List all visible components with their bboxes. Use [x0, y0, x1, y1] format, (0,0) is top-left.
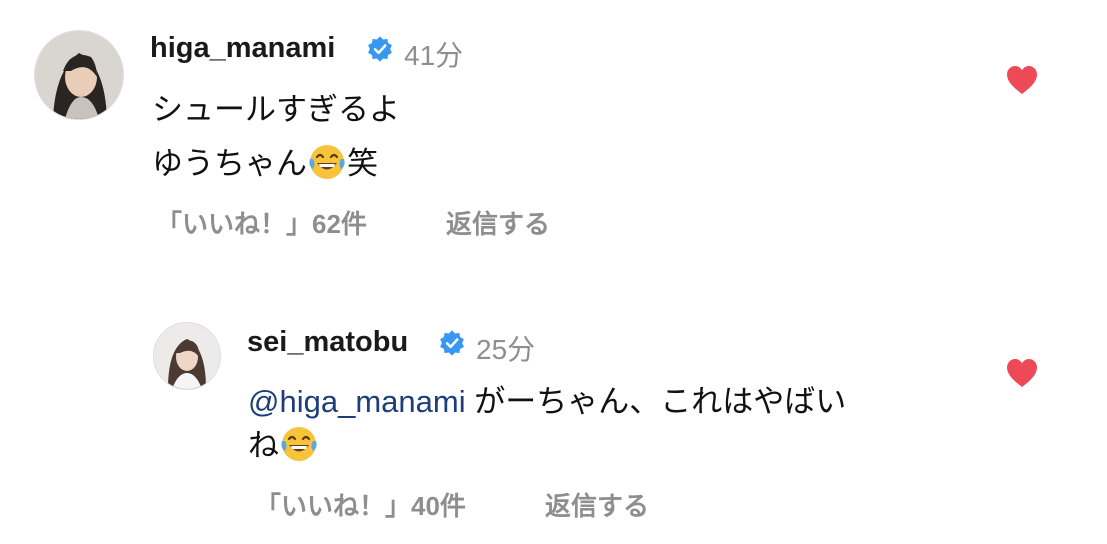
mention-link[interactable]: @higa_manami: [248, 384, 466, 419]
heart-icon[interactable]: [1005, 64, 1039, 96]
comment-text-segment: がーちゃん、これはやばい: [474, 384, 847, 419]
comment-text-line-2: ね: [248, 420, 319, 465]
avatar-portrait-image: [35, 31, 123, 119]
comment-text-line-1: シュールすぎるよ: [152, 92, 400, 127]
likes-count-button[interactable]: 「いいね！」62件: [156, 204, 367, 241]
comment-text-segment: 笑: [347, 146, 378, 181]
comment-time: 25分: [476, 334, 536, 365]
comment-time: 41分: [404, 40, 464, 71]
heart-icon[interactable]: [1005, 357, 1039, 389]
face-with-tears-of-joy-icon: [309, 145, 345, 179]
reply-button[interactable]: 返信する: [446, 204, 550, 241]
comment-higa-manami: higa_manami 41分 シュールすぎるよ ゆうちゃん 笑 「いいね！」6…: [0, 0, 1107, 260]
likes-count-button[interactable]: 「いいね！」40件: [255, 486, 466, 523]
face-with-tears-of-joy-icon: [281, 427, 317, 461]
comment-sei-matobu: sei_matobu 25分 @higa_manami がーちゃん、これはやばい…: [0, 300, 1107, 544]
comment-text-line-2: ゆうちゃん 笑: [152, 138, 378, 183]
verified-badge-icon: [368, 36, 392, 62]
username[interactable]: sei_matobu: [247, 326, 408, 359]
avatar[interactable]: [34, 30, 124, 120]
avatar[interactable]: [153, 322, 221, 390]
reply-button[interactable]: 返信する: [545, 486, 649, 523]
comment-text-line-1: @higa_manami がーちゃん、これはやばい: [248, 376, 846, 421]
avatar-portrait-image: [154, 323, 220, 389]
comment-text-segment: ゆうちゃん: [152, 146, 307, 181]
verified-badge-icon: [440, 330, 464, 356]
comment-text-segment: ね: [248, 428, 279, 463]
username[interactable]: higa_manami: [150, 32, 335, 65]
